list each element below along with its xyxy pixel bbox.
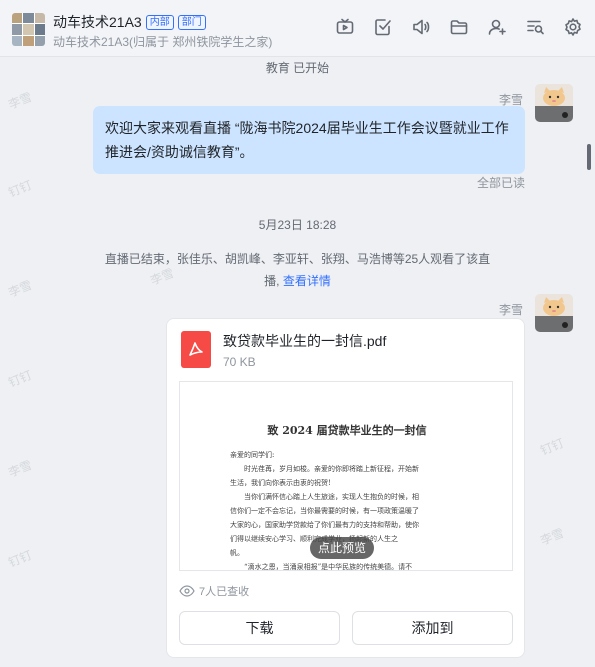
video-icon[interactable] bbox=[335, 17, 355, 37]
sender-name: 李雪 bbox=[499, 303, 524, 317]
watermark: 钉钉 bbox=[6, 547, 34, 570]
timestamp: 5月23日 18:28 bbox=[258, 218, 337, 232]
sender-avatar[interactable] bbox=[535, 84, 573, 122]
file-size: 70 KB bbox=[223, 355, 256, 369]
scrollbar[interactable] bbox=[587, 144, 591, 170]
header-toolbar bbox=[335, 17, 583, 37]
group-title[interactable]: 动车技术21A3 bbox=[53, 12, 142, 32]
chat-header: 动车技术21A3 内部 部门 动车技术21A3(归属于 郑州铁院学生之家) bbox=[0, 0, 595, 57]
folder-icon[interactable] bbox=[449, 17, 469, 37]
preview-button[interactable]: 点此预览 bbox=[310, 537, 375, 559]
live-ended-text: 直播已结束，张佳乐、胡凯峰、李亚轩、张翔、马浩博等25人观看了该直 bbox=[104, 252, 491, 266]
view-details-link[interactable]: 查看详情 bbox=[283, 274, 331, 288]
watermark: 李雪 bbox=[6, 89, 34, 112]
doc-title: 致 2024 届贷款毕业生的一封信 bbox=[267, 424, 427, 437]
watermark: 钉钉 bbox=[6, 367, 34, 390]
watermark: 李雪 bbox=[6, 457, 34, 480]
sender-avatar[interactable] bbox=[535, 294, 573, 332]
internal-tag: 内部 bbox=[145, 14, 174, 30]
chat-bubble[interactable]: 欢迎大家来观看直播 “陇海书院2024届毕业生工作会议暨就业工作推进会/资助诚信… bbox=[93, 106, 525, 174]
doc-line: 大家的心，国家助学贷款给了你们最有力的支持和帮助，使你 bbox=[230, 521, 419, 529]
group-avatar[interactable] bbox=[12, 13, 45, 46]
chat-messages[interactable]: 李雪 钉钉 钉钉 李雪 李雪 钉钉 李雪 钉钉 钉钉 李雪 教育 已开始 李雪 … bbox=[0, 58, 595, 667]
file-name[interactable]: 致贷款毕业生的一封信.pdf bbox=[223, 331, 386, 351]
watermark: 钉钉 bbox=[538, 435, 566, 458]
settings-icon[interactable] bbox=[563, 17, 583, 37]
file-card[interactable]: 致贷款毕业生的一封信.pdf 70 KB 致 2024 届贷款毕业生的一封信 亲… bbox=[166, 318, 525, 658]
department-tag: 部门 bbox=[177, 14, 206, 30]
doc-line: 亲爱的同学们: bbox=[230, 451, 275, 459]
pdf-file-icon bbox=[181, 331, 211, 368]
doc-line: 生活，我们向你表示由衷的祝贺! bbox=[230, 479, 331, 487]
live-ended-message: 直播已结束，张佳乐、胡凯峰、李亚轩、张翔、马浩博等25人观看了该直 播, 查看详… bbox=[0, 248, 595, 292]
download-button[interactable]: 下载 bbox=[179, 611, 340, 645]
doc-line: 信你们一定不会忘记，当你最需要的时候，有一项政策温暖了 bbox=[230, 507, 419, 515]
doc-line: 帆。 bbox=[230, 549, 244, 557]
doc-line: 当你们满怀信心踏上人生旅途，实现人生抱负的时候，相 bbox=[244, 493, 419, 501]
watermark: 钉钉 bbox=[6, 177, 34, 200]
task-check-icon[interactable] bbox=[373, 17, 393, 37]
doc-line: 时光荏苒，岁月如梭。亲爱的你即将踏上新征程，开始新 bbox=[244, 465, 419, 473]
live-ended-text-2: 播, bbox=[264, 274, 280, 288]
group-subtitle: 动车技术21A3(归属于 郑州铁院学生之家) bbox=[53, 35, 273, 49]
announcement-icon[interactable] bbox=[411, 17, 431, 37]
doc-line: “滴水之恩，当涌泉相报”是中华民族的传统美德。请不 bbox=[244, 563, 413, 571]
document-preview[interactable]: 致 2024 届贷款毕业生的一封信 亲爱的同学们: 时光荏苒，岁月如梭。亲爱的你… bbox=[179, 381, 513, 571]
eye-icon bbox=[179, 585, 195, 597]
read-status[interactable]: 全部已读 bbox=[477, 174, 525, 191]
system-message-partial: 教育 已开始 bbox=[265, 61, 330, 75]
add-member-icon[interactable] bbox=[487, 17, 507, 37]
view-count-text: 7人已查收 bbox=[199, 586, 250, 598]
search-chat-icon[interactable] bbox=[525, 17, 545, 37]
add-to-button[interactable]: 添加到 bbox=[352, 611, 513, 645]
view-count[interactable]: 7人已查收 bbox=[179, 583, 249, 599]
watermark: 李雪 bbox=[538, 525, 566, 548]
